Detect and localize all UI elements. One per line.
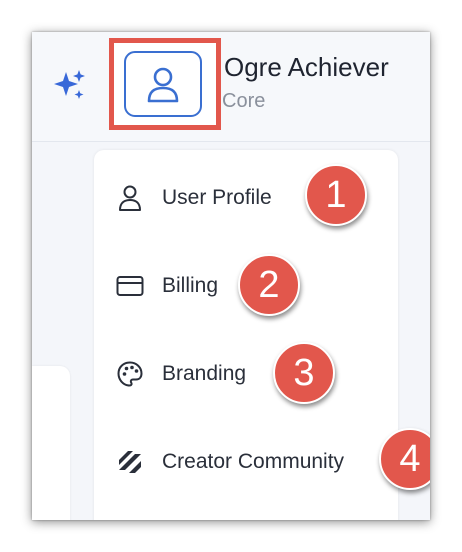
background-card	[32, 366, 70, 520]
menu-item-label: User Profile	[162, 186, 272, 209]
menu-item-label: Creator Community	[162, 450, 345, 473]
palette-icon	[116, 360, 144, 388]
community-logo-icon	[116, 448, 144, 476]
step-badge-2: 2	[238, 254, 300, 316]
credit-card-icon	[116, 272, 144, 300]
app-header: Ogre Achiever Core	[32, 32, 430, 142]
screenshot-frame: Ogre Achiever Core User Profile Billing	[32, 32, 430, 520]
user-icon	[147, 67, 179, 103]
step-badge-3: 3	[273, 342, 335, 404]
menu-item-branding[interactable]: Branding	[116, 354, 246, 394]
avatar-button[interactable]	[124, 51, 202, 117]
menu-item-billing[interactable]: Billing	[116, 266, 218, 306]
user-icon	[116, 184, 144, 212]
menu-item-label: Branding	[162, 362, 247, 385]
menu-item-creator-community[interactable]: Creator Community	[116, 442, 344, 482]
menu-item-user-profile[interactable]: User Profile	[116, 178, 272, 218]
user-plan: Core	[222, 90, 266, 112]
sparkle-icon	[54, 70, 85, 99]
step-badge-1: 1	[305, 164, 367, 226]
avatar-highlight	[109, 38, 221, 130]
menu-item-label: Billing	[162, 274, 219, 297]
user-name: Ogre Achiever	[224, 52, 389, 82]
